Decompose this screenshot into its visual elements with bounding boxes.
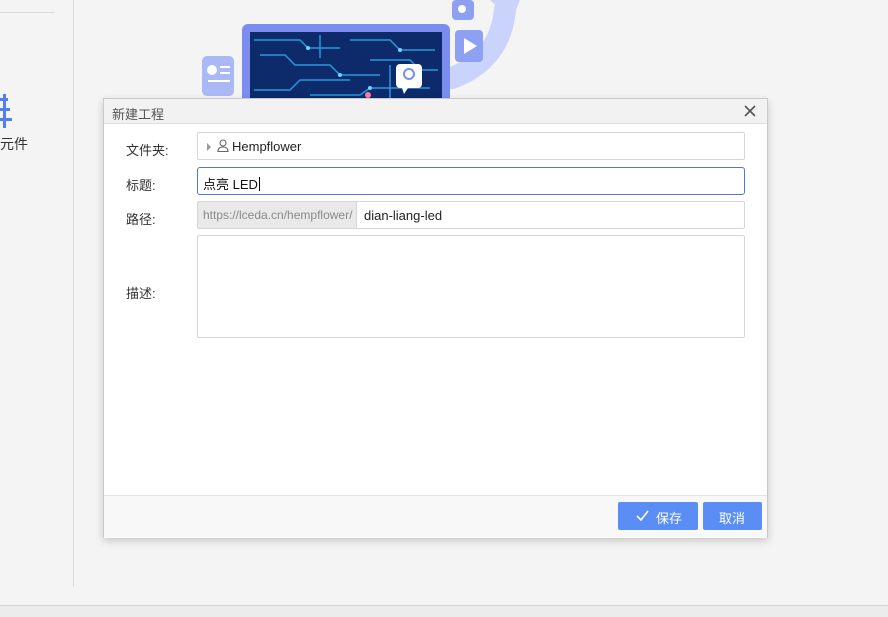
new-project-dialog: 新建工程 文件夹: Hempflower 标题: 点亮 LED 路径: http… <box>103 98 768 538</box>
hero-illustration <box>202 0 520 100</box>
path-prefix-text: https://lceda.cn/hempflower/ <box>203 208 353 222</box>
folder-select[interactable]: Hempflower <box>197 132 745 160</box>
path-field: https://lceda.cn/hempflower/ dian-liang-… <box>197 201 745 229</box>
folder-value: Hempflower <box>232 139 302 154</box>
title-label: 标题: <box>126 178 156 193</box>
path-input[interactable]: dian-liang-led <box>364 208 442 223</box>
dialog-header: 新建工程 <box>104 99 767 124</box>
dialog-footer: 保存 取消 <box>104 495 767 538</box>
description-textarea[interactable] <box>197 235 745 338</box>
component-icon[interactable] <box>0 94 12 128</box>
close-icon[interactable] <box>743 104 757 118</box>
path-prefix: https://lceda.cn/hempflower/ <box>198 202 357 228</box>
dialog-title: 新建工程 <box>112 107 165 122</box>
component-label[interactable]: 元件 <box>0 134 28 154</box>
folder-label: 文件夹: <box>126 143 169 158</box>
left-panel: 元件 <box>0 0 74 587</box>
sidebar-divider <box>0 12 54 13</box>
cancel-button[interactable]: 取消 <box>703 502 762 530</box>
bottom-status-bar <box>0 605 888 617</box>
save-label: 保存 <box>656 511 683 526</box>
save-button[interactable]: 保存 <box>618 502 698 530</box>
title-input[interactable]: 点亮 LED <box>197 167 745 195</box>
description-label: 描述: <box>126 286 156 301</box>
expand-caret-icon[interactable] <box>207 143 211 151</box>
check-icon <box>636 510 649 521</box>
title-value: 点亮 LED <box>203 177 258 192</box>
text-cursor <box>258 177 260 191</box>
cancel-label: 取消 <box>719 511 746 526</box>
user-icon <box>217 139 229 152</box>
path-label: 路径: <box>126 212 156 227</box>
